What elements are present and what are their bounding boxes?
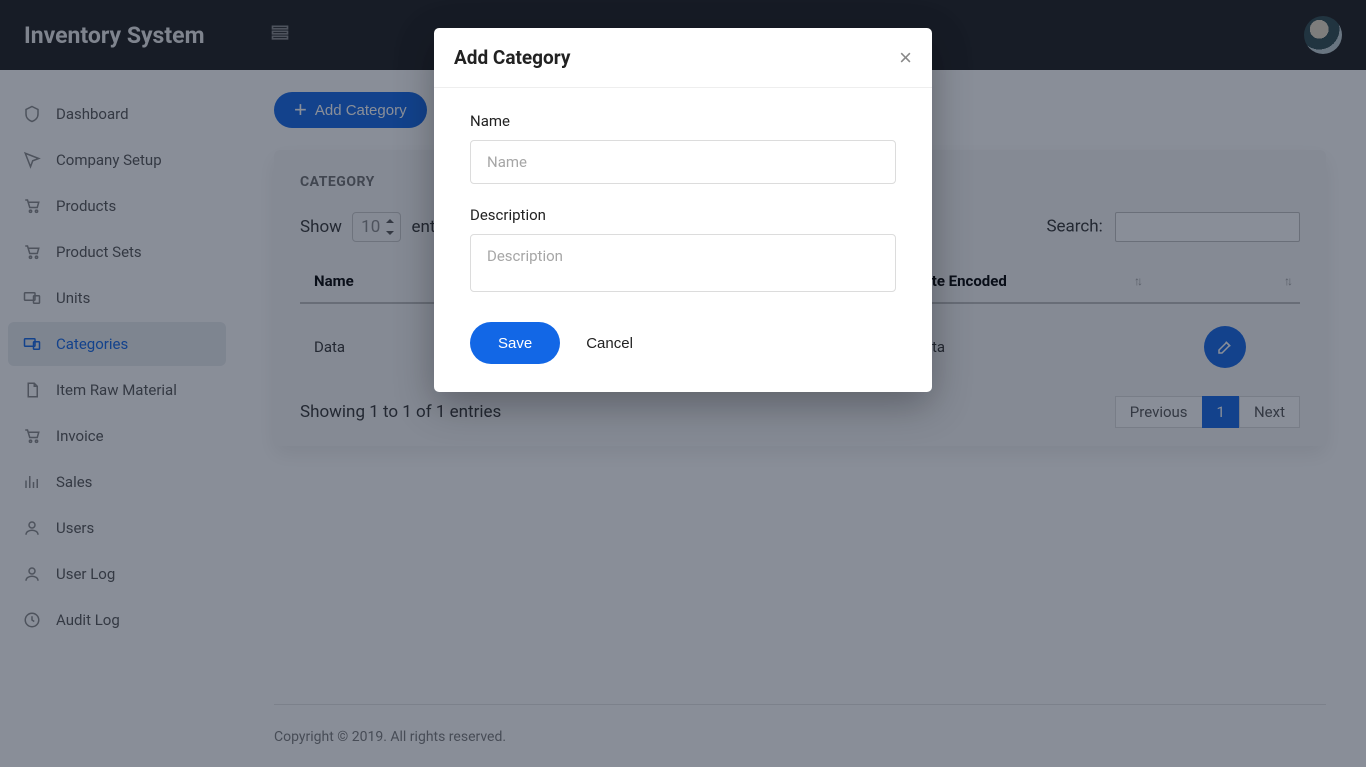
modal-body: Name Description Save Cancel [434,88,932,392]
form-group-description: Description [470,206,896,296]
modal-actions: Save Cancel [470,322,896,364]
close-icon[interactable]: × [899,47,912,69]
add-category-modal: Add Category × Name Description Save Can… [434,28,932,392]
name-field[interactable] [470,140,896,184]
modal-header: Add Category × [434,28,932,88]
name-label: Name [470,112,896,130]
cancel-button[interactable]: Cancel [586,335,633,352]
description-label: Description [470,206,896,224]
description-field[interactable] [470,234,896,292]
form-group-name: Name [470,112,896,184]
save-button[interactable]: Save [470,322,560,364]
modal-title: Add Category [454,46,570,69]
